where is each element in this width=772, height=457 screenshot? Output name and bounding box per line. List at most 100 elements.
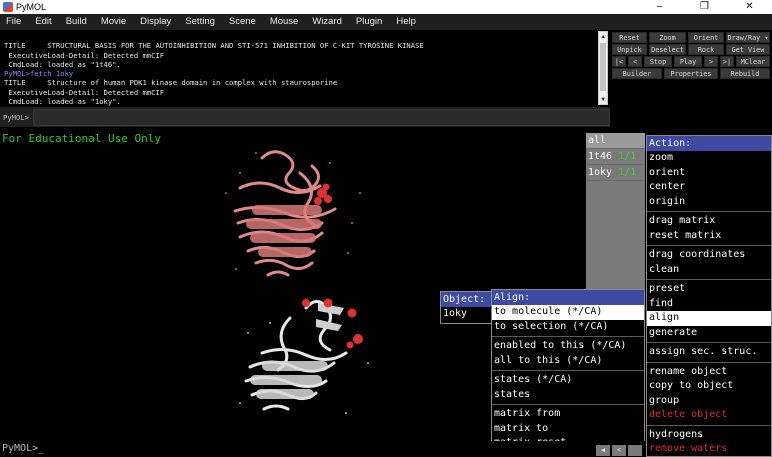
align-matrix-from[interactable]: matrix from	[492, 407, 644, 422]
action-origin[interactable]: origin	[647, 195, 771, 210]
menu-bar: File Edit Build Movie Display Setting Sc…	[0, 14, 772, 30]
console-line: TITLE STRUCTURAL BASIS FOR THE AUTOINHIB…	[4, 41, 424, 51]
rebuild-button[interactable]: Rebuild	[720, 68, 770, 79]
action-clean[interactable]: clean	[647, 263, 771, 278]
deselect-button[interactable]: Deselect	[649, 44, 686, 55]
console-line: CmdLoad: loaded as "1oky".	[4, 97, 121, 107]
action-align[interactable]: align	[647, 311, 771, 326]
object-state: 1/1	[618, 167, 637, 178]
last-frame-button[interactable]: >|	[720, 56, 734, 67]
action-group[interactable]: group	[647, 394, 771, 409]
menu-movie[interactable]: Movie	[95, 14, 134, 30]
action-drag-coordinates[interactable]: drag coordinates	[647, 248, 771, 263]
movie-ctrl-icon[interactable]	[628, 445, 642, 456]
first-frame-button[interactable]: |<	[612, 56, 626, 67]
command-prompt-label: PyMOL>	[3, 112, 29, 122]
object-row-all[interactable]: all	[586, 133, 645, 149]
action-drag-matrix[interactable]: drag matrix	[647, 214, 771, 229]
menu-separator	[647, 277, 771, 280]
align-menu-header: Align:	[492, 290, 644, 305]
object-row-1oky[interactable]: 1oky 1/1	[586, 165, 645, 181]
console-command-line: PyMOL>fetch 1oky	[4, 69, 74, 79]
next-frame-button[interactable]: >	[704, 56, 718, 67]
action-orient[interactable]: orient	[647, 166, 771, 181]
action-center[interactable]: center	[647, 180, 771, 195]
console-line: ExecutiveLoad-Detail: Detected mmCIF	[4, 87, 165, 97]
action-preset[interactable]: preset	[647, 282, 771, 297]
action-assign-sec-struc[interactable]: assign sec. struc.	[647, 345, 771, 360]
mclear-button[interactable]: MClear	[736, 56, 770, 67]
console-line: TITLE Structure of human PDK1 kinase dom…	[4, 78, 338, 88]
align-submenu: Align: to molecule (*/CA) to selection (…	[491, 289, 645, 449]
align-matrix-to[interactable]: matrix to	[492, 422, 644, 437]
object-popup-header: Object:	[441, 292, 492, 307]
align-states-ca[interactable]: states (*/CA)	[492, 373, 644, 388]
align-to-molecule[interactable]: to molecule (*/CA)	[492, 305, 644, 320]
movie-prev-icon[interactable]: ◀	[596, 445, 610, 456]
menu-separator	[492, 334, 644, 337]
scroll-down-icon[interactable]: ▼	[599, 95, 607, 104]
command-line: PyMOL>	[0, 107, 610, 127]
action-rename-object[interactable]: rename object	[647, 365, 771, 380]
menu-setting[interactable]: Setting	[179, 14, 223, 30]
bottom-controls: ◀ <	[586, 441, 645, 457]
object-popup: Object: 1oky	[440, 291, 493, 324]
reset-button[interactable]: Reset	[612, 32, 647, 43]
menu-separator	[647, 360, 771, 363]
menu-file[interactable]: File	[0, 14, 29, 30]
object-row-1t46[interactable]: 1t46 1/1	[586, 149, 645, 165]
command-input[interactable]	[32, 108, 610, 126]
viewer-prompt[interactable]: PyMOL>_	[0, 441, 586, 457]
align-to-selection[interactable]: to selection (*/CA)	[492, 320, 644, 335]
get-view-button[interactable]: Get View	[726, 44, 770, 55]
object-popup-name[interactable]: 1oky	[441, 307, 492, 322]
rock-button[interactable]: Rock	[688, 44, 724, 55]
menu-edit[interactable]: Edit	[29, 14, 59, 30]
scroll-thumb[interactable]	[600, 43, 606, 91]
prev-frame-button[interactable]: <	[628, 56, 642, 67]
action-zoom[interactable]: zoom	[647, 151, 771, 166]
draw-ray-button[interactable]: Draw/Ray ▾	[726, 32, 770, 43]
menu-help[interactable]: Help	[390, 14, 424, 30]
unpick-button[interactable]: Unpick	[612, 44, 647, 55]
console-line: CmdLoad: loaded as "1t46".	[4, 59, 121, 69]
object-name: all	[588, 135, 607, 146]
menu-mouse[interactable]: Mouse	[264, 14, 307, 30]
action-hydrogens[interactable]: hydrogens	[647, 428, 771, 443]
title-bar: PyMOL – ❐ ✕	[0, 0, 772, 14]
action-delete-object[interactable]: delete object	[647, 408, 771, 423]
minimize-button[interactable]: –	[637, 0, 682, 14]
maximize-button[interactable]: ❐	[682, 0, 727, 14]
console-line: ExecutiveLoad-Detail: Detected mmCIF	[4, 50, 165, 60]
scroll-up-icon[interactable]: ▲	[599, 32, 607, 41]
builder-button[interactable]: Builder	[612, 68, 662, 79]
console-scrollbar[interactable]: ▲ ▼	[598, 31, 608, 105]
orient-button[interactable]: Orient	[688, 32, 724, 43]
menu-wizard[interactable]: Wizard	[306, 14, 350, 30]
align-enabled-to-this[interactable]: enabled to this (*/CA)	[492, 339, 644, 354]
menu-separator	[647, 243, 771, 246]
pymol-logo-icon	[3, 2, 13, 12]
action-reset-matrix[interactable]: reset matrix	[647, 229, 771, 244]
console-output: TITLE STRUCTURAL BASIS FOR THE AUTOINHIB…	[0, 30, 610, 107]
menu-plugin[interactable]: Plugin	[350, 14, 390, 30]
play-button[interactable]: Play	[674, 56, 702, 67]
object-state: 1/1	[618, 151, 637, 162]
action-generate[interactable]: generate	[647, 326, 771, 341]
menu-separator	[492, 402, 644, 405]
align-all-to-this[interactable]: all to this (*/CA)	[492, 354, 644, 369]
stop-button[interactable]: Stop	[644, 56, 672, 67]
menu-display[interactable]: Display	[134, 14, 179, 30]
action-copy-to-object[interactable]: copy to object	[647, 379, 771, 394]
close-button[interactable]: ✕	[727, 0, 772, 14]
button-panel: Reset Zoom Orient Draw/Ray ▾ Unpick Dese…	[610, 30, 772, 133]
action-find[interactable]: find	[647, 297, 771, 312]
align-states[interactable]: states	[492, 388, 644, 403]
movie-back-icon[interactable]: <	[612, 445, 626, 456]
object-name: 1t46	[588, 151, 613, 162]
action-remove-waters[interactable]: remove waters	[647, 442, 771, 456]
zoom-button[interactable]: Zoom	[649, 32, 686, 43]
properties-button[interactable]: Properties	[664, 68, 718, 79]
menu-scene[interactable]: Scene	[223, 14, 264, 30]
menu-build[interactable]: Build	[60, 14, 95, 30]
